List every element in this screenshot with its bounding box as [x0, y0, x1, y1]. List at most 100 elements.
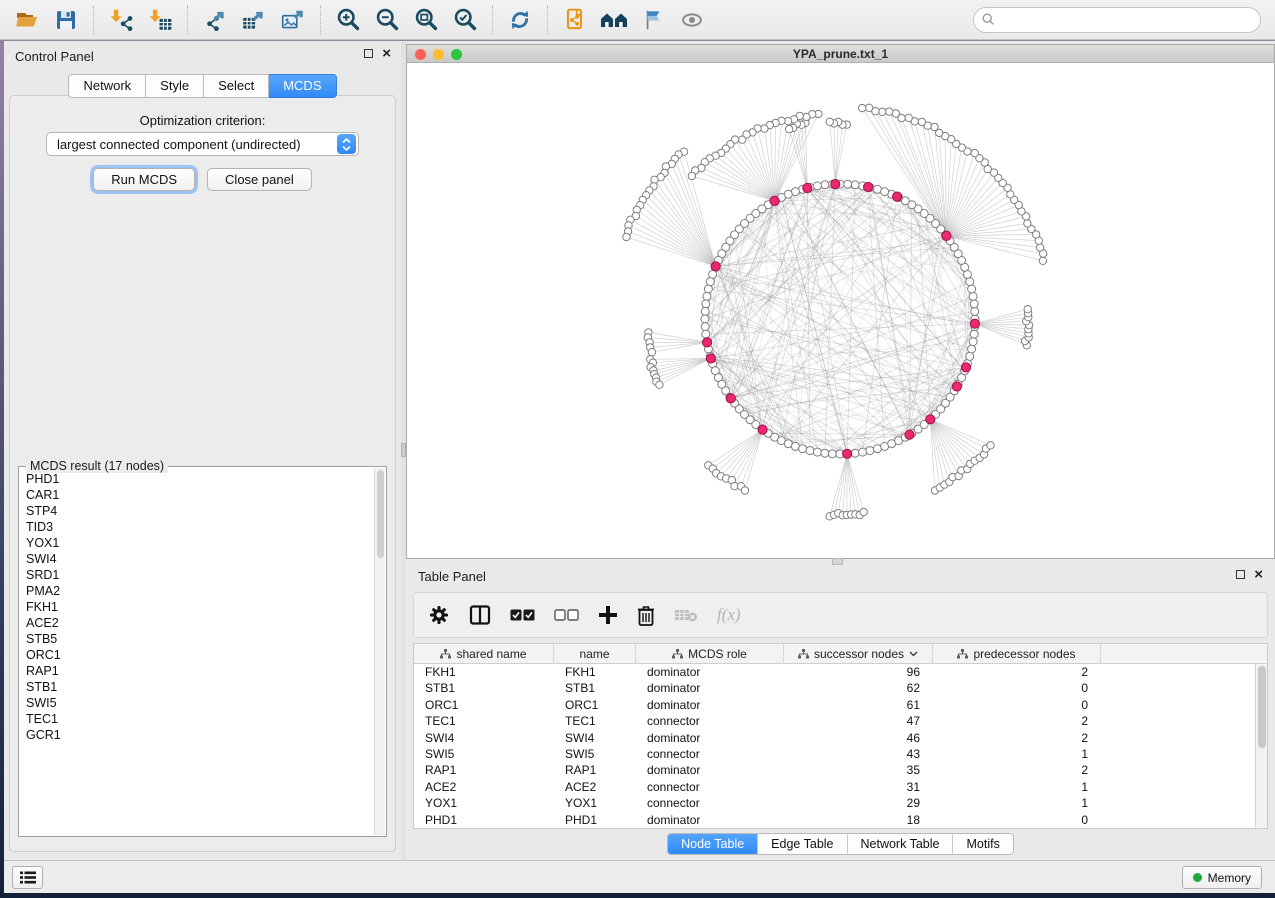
tab-style[interactable]: Style	[146, 74, 204, 98]
network-node[interactable]	[701, 315, 709, 323]
zoom-in-icon[interactable]	[331, 4, 365, 36]
network-node[interactable]	[970, 300, 978, 308]
network-node[interactable]	[886, 108, 893, 115]
mcds-result-item[interactable]: STB5	[26, 631, 373, 647]
network-node[interactable]	[966, 352, 974, 360]
float-window-icon[interactable]	[364, 49, 373, 58]
network-node[interactable]	[821, 181, 829, 189]
network-mcds-node[interactable]	[926, 415, 935, 424]
open-folder-icon[interactable]	[10, 4, 44, 36]
network-node[interactable]	[1024, 220, 1031, 227]
network-node[interactable]	[851, 181, 859, 189]
memory-button[interactable]: Memory	[1182, 866, 1262, 889]
network-mcds-node[interactable]	[831, 180, 840, 189]
network-node[interactable]	[1036, 244, 1043, 251]
network-node[interactable]	[851, 449, 859, 457]
network-node[interactable]	[866, 447, 874, 455]
network-node[interactable]	[873, 185, 881, 193]
refresh-icon[interactable]	[503, 4, 537, 36]
network-window-titlebar[interactable]: YPA_prune.txt_1	[407, 45, 1274, 63]
network-node[interactable]	[706, 278, 714, 286]
table-row[interactable]: RAP1RAP1dominator352	[414, 762, 1267, 778]
network-node[interactable]	[702, 300, 710, 308]
tab-edge-table[interactable]: Edge Table	[757, 834, 846, 854]
network-node[interactable]	[859, 104, 866, 111]
network-node[interactable]	[918, 118, 925, 125]
network-mcds-node[interactable]	[843, 449, 852, 458]
mcds-result-item[interactable]: SRD1	[26, 567, 373, 583]
tab-network[interactable]: Network	[68, 74, 146, 98]
deselect-all-icon[interactable]	[554, 600, 579, 630]
network-node[interactable]	[799, 445, 807, 453]
network-node[interactable]	[701, 323, 709, 331]
network-mcds-node[interactable]	[952, 382, 961, 391]
table-row[interactable]: TEC1TEC1connector472	[414, 713, 1267, 729]
export-network-icon[interactable]	[198, 4, 232, 36]
export-table-icon[interactable]	[237, 4, 271, 36]
close-panel-icon[interactable]: ×	[1254, 569, 1263, 580]
network-canvas[interactable]	[407, 64, 1274, 558]
network-node[interactable]	[704, 285, 712, 293]
table-row[interactable]: YOX1YOX1connector291	[414, 795, 1267, 811]
zoom-selected-icon[interactable]	[448, 4, 482, 36]
save-icon[interactable]	[49, 4, 83, 36]
mcds-result-item[interactable]: FKH1	[26, 599, 373, 615]
network-node[interactable]	[702, 330, 710, 338]
mcds-result-item[interactable]: TID3	[26, 519, 373, 535]
network-mcds-node[interactable]	[770, 196, 779, 205]
table-row[interactable]: STB1STB1dominator620	[414, 680, 1267, 696]
network-mcds-node[interactable]	[970, 319, 979, 328]
network-node[interactable]	[739, 136, 746, 143]
network-node[interactable]	[969, 292, 977, 300]
network-mcds-node[interactable]	[893, 192, 902, 201]
network-node[interactable]	[905, 114, 912, 121]
search-input[interactable]	[973, 7, 1261, 33]
share-document-icon[interactable]	[558, 4, 592, 36]
network-node[interactable]	[785, 125, 792, 132]
add-column-plus-icon[interactable]	[598, 600, 618, 630]
column-header-name[interactable]: name	[554, 644, 636, 664]
delete-column-trash-icon[interactable]	[637, 600, 655, 630]
export-image-icon[interactable]	[276, 4, 310, 36]
mcds-result-item[interactable]: TEC1	[26, 711, 373, 727]
tab-network-table[interactable]: Network Table	[847, 834, 953, 854]
network-mcds-node[interactable]	[803, 183, 812, 192]
tab-select[interactable]: Select	[204, 74, 269, 98]
eye-icon[interactable]	[675, 4, 709, 36]
close-panel-icon[interactable]: ×	[382, 48, 391, 59]
horizontal-splitter-handle[interactable]	[832, 558, 843, 565]
network-node[interactable]	[821, 449, 829, 457]
mcds-result-item[interactable]: ACE2	[26, 615, 373, 631]
close-panel-button[interactable]: Close panel	[207, 168, 312, 191]
network-node[interactable]	[969, 338, 977, 346]
network-mcds-node[interactable]	[703, 338, 712, 347]
network-node[interactable]	[828, 450, 836, 458]
network-node[interactable]	[879, 108, 886, 115]
network-node[interactable]	[968, 345, 976, 353]
table-scrollbar[interactable]	[1255, 664, 1267, 828]
network-mcds-node[interactable]	[711, 262, 720, 271]
network-mcds-node[interactable]	[706, 354, 715, 363]
network-node[interactable]	[648, 349, 655, 356]
network-mcds-node[interactable]	[942, 231, 951, 240]
run-mcds-button[interactable]: Run MCDS	[93, 168, 195, 191]
column-header-shared-name[interactable]: shared name	[414, 644, 554, 664]
float-window-icon[interactable]	[1236, 570, 1245, 579]
network-node[interactable]	[968, 285, 976, 293]
network-node[interactable]	[970, 330, 978, 338]
mcds-result-item[interactable]: STP4	[26, 503, 373, 519]
mcds-result-item[interactable]: ORC1	[26, 647, 373, 663]
table-settings-gear-icon[interactable]	[428, 600, 450, 630]
network-node[interactable]	[860, 508, 867, 515]
network-node[interactable]	[761, 125, 768, 132]
table-row[interactable]: PHD1PHD1dominator180	[414, 812, 1267, 828]
network-node[interactable]	[703, 292, 711, 300]
mcds-result-item[interactable]: CAR1	[26, 487, 373, 503]
network-mcds-node[interactable]	[961, 363, 970, 372]
column-header-mcds-role[interactable]: MCDS role	[636, 644, 784, 664]
network-node[interactable]	[741, 487, 748, 494]
network-node[interactable]	[1024, 306, 1031, 313]
network-mcds-node[interactable]	[726, 394, 735, 403]
mcds-list-scrollbar[interactable]	[374, 468, 385, 835]
network-node[interactable]	[859, 448, 867, 456]
